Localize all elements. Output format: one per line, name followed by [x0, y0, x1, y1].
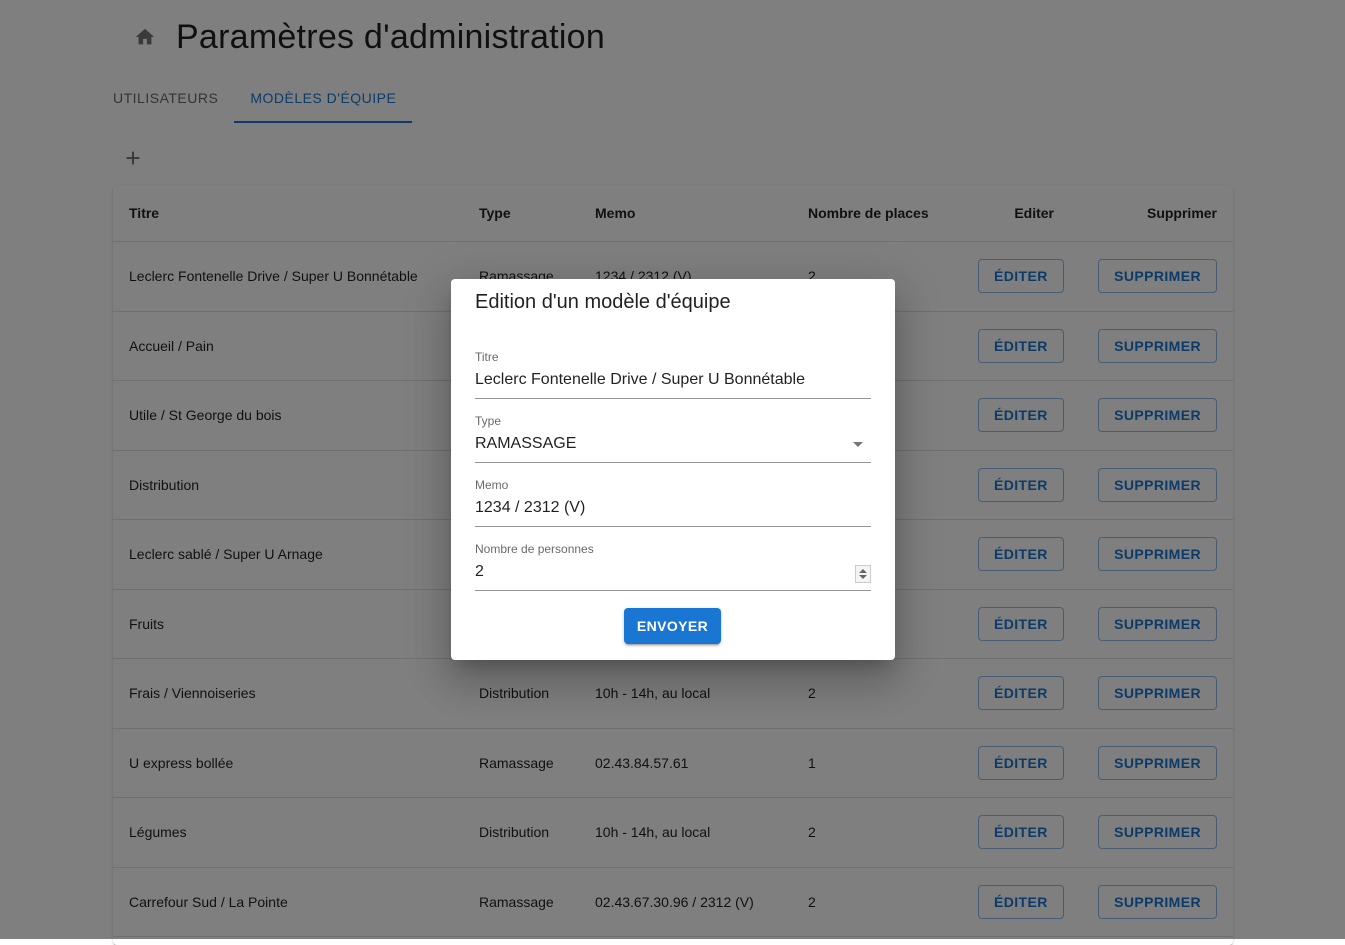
type-select[interactable]: Type RAMASSAGE: [475, 414, 871, 463]
edit-team-model-dialog: Edition d'un modèle d'équipe Titre Lecle…: [451, 279, 895, 660]
titre-value[interactable]: Leclerc Fontenelle Drive / Super U Bonné…: [475, 371, 805, 389]
personnes-field[interactable]: Nombre de personnes 2: [475, 542, 871, 591]
admin-page: Paramètres d'administration UTILISATEURS…: [0, 0, 1345, 945]
spin-up-icon[interactable]: [859, 569, 867, 573]
dialog-title: Edition d'un modèle d'équipe: [475, 291, 731, 313]
personnes-label: Nombre de personnes: [475, 542, 594, 556]
spin-down-icon[interactable]: [859, 575, 867, 579]
type-value[interactable]: RAMASSAGE: [475, 435, 576, 453]
type-label: Type: [475, 414, 502, 428]
memo-field[interactable]: Memo 1234 / 2312 (V): [475, 478, 871, 527]
titre-label: Titre: [475, 350, 499, 364]
personnes-value[interactable]: 2: [475, 563, 484, 581]
titre-field[interactable]: Titre Leclerc Fontenelle Drive / Super U…: [475, 350, 871, 399]
memo-label: Memo: [475, 478, 509, 492]
memo-value[interactable]: 1234 / 2312 (V): [475, 499, 585, 517]
submit-button[interactable]: ENVOYER: [624, 608, 721, 644]
number-spinner[interactable]: [855, 565, 871, 583]
dropdown-arrow-icon[interactable]: [853, 442, 863, 447]
